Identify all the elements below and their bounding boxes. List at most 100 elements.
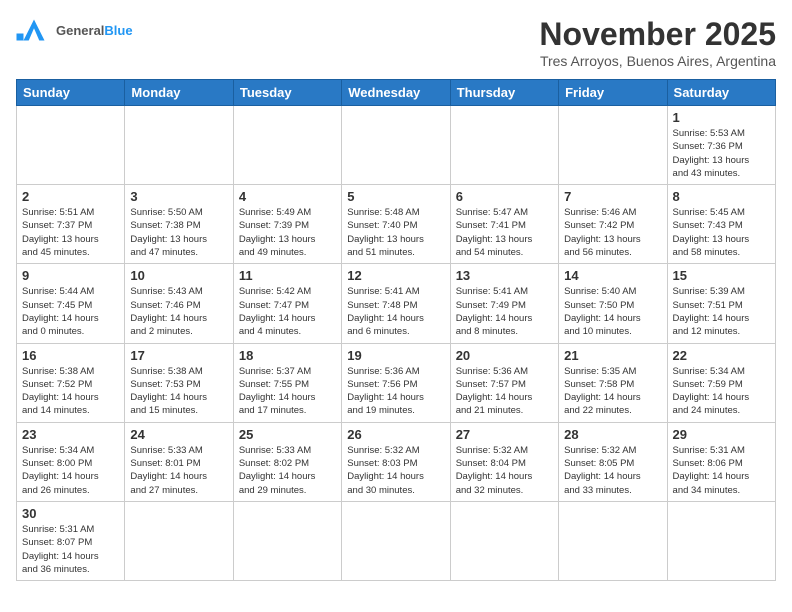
calendar-cell-16: 11Sunrise: 5:42 AM Sunset: 7:47 PM Dayli… bbox=[233, 264, 341, 343]
calendar-row-2: 2 Sunrise: 5:51 AM Sunset: 7:37 PM Daylig… bbox=[17, 185, 776, 264]
day-number: 12 bbox=[347, 268, 444, 283]
day-info: Sunrise: 5:38 AM Sunset: 7:52 PM Dayligh… bbox=[22, 365, 119, 418]
calendar-cell-2 bbox=[233, 106, 341, 185]
day-number: 28 bbox=[564, 427, 661, 442]
header-friday: Friday bbox=[559, 80, 667, 106]
calendar-cell-40 bbox=[559, 501, 667, 580]
day-number: 3 bbox=[130, 189, 227, 204]
subtitle: Tres Arroyos, Buenos Aires, Argentina bbox=[539, 53, 776, 69]
day-info: Sunrise: 5:34 AM Sunset: 8:00 PM Dayligh… bbox=[22, 444, 119, 497]
calendar-cell-20: 15 Sunrise: 5:39 AM Sunset: 7:51 PM Dayli… bbox=[667, 264, 775, 343]
calendar-cell-32: 27 Sunrise: 5:32 AM Sunset: 8:04 PM Dayli… bbox=[450, 422, 558, 501]
calendar-cell-39 bbox=[450, 501, 558, 580]
header-monday: Monday bbox=[125, 80, 233, 106]
day-info: Sunrise: 5:33 AM Sunset: 8:02 PM Dayligh… bbox=[239, 444, 336, 497]
day-info: Sunrise: 5:32 AM Sunset: 8:04 PM Dayligh… bbox=[456, 444, 553, 497]
day-number: 27 bbox=[456, 427, 553, 442]
day-info: Sunrise: 5:36 AM Sunset: 7:56 PM Dayligh… bbox=[347, 365, 444, 418]
day-info: Sunrise: 5:48 AM Sunset: 7:40 PM Dayligh… bbox=[347, 206, 444, 259]
calendar-cell-6: 1 Sunrise: 5:53 AM Sunset: 7:36 PM Daylig… bbox=[667, 106, 775, 185]
calendar-row-5: 23Sunrise: 5:34 AM Sunset: 8:00 PM Dayli… bbox=[17, 422, 776, 501]
day-number: 8 bbox=[673, 189, 770, 204]
calendar-cell-37 bbox=[233, 501, 341, 580]
day-info: Sunrise: 5:51 AM Sunset: 7:37 PM Dayligh… bbox=[22, 206, 119, 259]
day-info: Sunrise: 5:36 AM Sunset: 7:57 PM Dayligh… bbox=[456, 365, 553, 418]
day-info: Sunrise: 5:45 AM Sunset: 7:43 PM Dayligh… bbox=[673, 206, 770, 259]
day-info: Sunrise: 5:35 AM Sunset: 7:58 PM Dayligh… bbox=[564, 365, 661, 418]
logo-text: GeneralBlue bbox=[56, 23, 133, 38]
day-info: Sunrise: 5:47 AM Sunset: 7:41 PM Dayligh… bbox=[456, 206, 553, 259]
calendar-cell-21: 16 Sunrise: 5:38 AM Sunset: 7:52 PM Dayli… bbox=[17, 343, 125, 422]
calendar-cell-4 bbox=[450, 106, 558, 185]
calendar-cell-5 bbox=[559, 106, 667, 185]
day-info: Sunrise: 5:50 AM Sunset: 7:38 PM Dayligh… bbox=[130, 206, 227, 259]
day-number: 14 bbox=[564, 268, 661, 283]
day-info: Sunrise: 5:32 AM Sunset: 8:03 PM Dayligh… bbox=[347, 444, 444, 497]
day-info: Sunrise: 5:32 AM Sunset: 8:05 PM Dayligh… bbox=[564, 444, 661, 497]
day-number: 25 bbox=[239, 427, 336, 442]
day-number: 7 bbox=[564, 189, 661, 204]
day-info: Sunrise: 5:31 AM Sunset: 8:06 PM Dayligh… bbox=[673, 444, 770, 497]
calendar-cell-29: 24 Sunrise: 5:33 AM Sunset: 8:01 PM Dayli… bbox=[125, 422, 233, 501]
calendar-cell-24: 19Sunrise: 5:36 AM Sunset: 7:56 PM Dayli… bbox=[342, 343, 450, 422]
calendar-cell-8: 3 Sunrise: 5:50 AM Sunset: 7:38 PM Daylig… bbox=[125, 185, 233, 264]
day-info: Sunrise: 5:53 AM Sunset: 7:36 PM Dayligh… bbox=[673, 127, 770, 180]
calendar-cell-19: 14 Sunrise: 5:40 AM Sunset: 7:50 PM Dayli… bbox=[559, 264, 667, 343]
calendar-cell-34: 29 Sunrise: 5:31 AM Sunset: 8:06 PM Dayli… bbox=[667, 422, 775, 501]
day-info: Sunrise: 5:49 AM Sunset: 7:39 PM Dayligh… bbox=[239, 206, 336, 259]
day-info: Sunrise: 5:46 AM Sunset: 7:42 PM Dayligh… bbox=[564, 206, 661, 259]
calendar-cell-7: 2 Sunrise: 5:51 AM Sunset: 7:37 PM Daylig… bbox=[17, 185, 125, 264]
calendar-cell-23: 18Sunrise: 5:37 AM Sunset: 7:55 PM Dayli… bbox=[233, 343, 341, 422]
calendar-cell-35: 30Sunrise: 5:31 AM Sunset: 8:07 PM Dayli… bbox=[17, 501, 125, 580]
logo-icon bbox=[16, 16, 52, 44]
day-number: 6 bbox=[456, 189, 553, 204]
calendar-cell-1 bbox=[125, 106, 233, 185]
day-number: 11 bbox=[239, 268, 336, 283]
day-info: Sunrise: 5:38 AM Sunset: 7:53 PM Dayligh… bbox=[130, 365, 227, 418]
day-number: 30 bbox=[22, 506, 119, 521]
calendar-cell-33: 28 Sunrise: 5:32 AM Sunset: 8:05 PM Dayli… bbox=[559, 422, 667, 501]
calendar-cell-10: 5Sunrise: 5:48 AM Sunset: 7:40 PM Daylig… bbox=[342, 185, 450, 264]
header-wednesday: Wednesday bbox=[342, 80, 450, 106]
calendar-cell-31: 26Sunrise: 5:32 AM Sunset: 8:03 PM Dayli… bbox=[342, 422, 450, 501]
day-info: Sunrise: 5:43 AM Sunset: 7:46 PM Dayligh… bbox=[130, 285, 227, 338]
logo: GeneralBlue bbox=[16, 16, 133, 44]
header-sunday: Sunday bbox=[17, 80, 125, 106]
title-block: November 2025 Tres Arroyos, Buenos Aires… bbox=[539, 16, 776, 69]
calendar-cell-9: 4 Sunrise: 5:49 AM Sunset: 7:39 PM Daylig… bbox=[233, 185, 341, 264]
day-number: 18 bbox=[239, 348, 336, 363]
day-number: 29 bbox=[673, 427, 770, 442]
calendar-container: GeneralBlue November 2025 Tres Arroyos, … bbox=[0, 0, 792, 612]
day-info: Sunrise: 5:44 AM Sunset: 7:45 PM Dayligh… bbox=[22, 285, 119, 338]
day-number: 17 bbox=[130, 348, 227, 363]
day-number: 4 bbox=[239, 189, 336, 204]
day-info: Sunrise: 5:34 AM Sunset: 7:59 PM Dayligh… bbox=[673, 365, 770, 418]
header-saturday: Saturday bbox=[667, 80, 775, 106]
calendar-cell-22: 17 Sunrise: 5:38 AM Sunset: 7:53 PM Dayli… bbox=[125, 343, 233, 422]
day-number: 15 bbox=[673, 268, 770, 283]
day-info: Sunrise: 5:41 AM Sunset: 7:49 PM Dayligh… bbox=[456, 285, 553, 338]
day-number: 16 bbox=[22, 348, 119, 363]
day-number: 13 bbox=[456, 268, 553, 283]
calendar-row-6: 30Sunrise: 5:31 AM Sunset: 8:07 PM Dayli… bbox=[17, 501, 776, 580]
day-info: Sunrise: 5:40 AM Sunset: 7:50 PM Dayligh… bbox=[564, 285, 661, 338]
calendar-cell-25: 20Sunrise: 5:36 AM Sunset: 7:57 PM Dayli… bbox=[450, 343, 558, 422]
calendar-cell-11: 6 Sunrise: 5:47 AM Sunset: 7:41 PM Daylig… bbox=[450, 185, 558, 264]
day-info: Sunrise: 5:41 AM Sunset: 7:48 PM Dayligh… bbox=[347, 285, 444, 338]
calendar-cell-41 bbox=[667, 501, 775, 580]
header-thursday: Thursday bbox=[450, 80, 558, 106]
day-number: 24 bbox=[130, 427, 227, 442]
calendar-cell-38 bbox=[342, 501, 450, 580]
calendar-cell-0 bbox=[17, 106, 125, 185]
day-number: 2 bbox=[22, 189, 119, 204]
calendar-cell-15: 10Sunrise: 5:43 AM Sunset: 7:46 PM Dayli… bbox=[125, 264, 233, 343]
calendar-cell-3 bbox=[342, 106, 450, 185]
day-number: 1 bbox=[673, 110, 770, 125]
month-title: November 2025 bbox=[539, 16, 776, 53]
day-info: Sunrise: 5:33 AM Sunset: 8:01 PM Dayligh… bbox=[130, 444, 227, 497]
calendar-row-3: 9Sunrise: 5:44 AM Sunset: 7:45 PM Daylig… bbox=[17, 264, 776, 343]
calendar-cell-26: 21Sunrise: 5:35 AM Sunset: 7:58 PM Dayli… bbox=[559, 343, 667, 422]
calendar-cell-28: 23Sunrise: 5:34 AM Sunset: 8:00 PM Dayli… bbox=[17, 422, 125, 501]
calendar-cell-36 bbox=[125, 501, 233, 580]
day-info: Sunrise: 5:39 AM Sunset: 7:51 PM Dayligh… bbox=[673, 285, 770, 338]
